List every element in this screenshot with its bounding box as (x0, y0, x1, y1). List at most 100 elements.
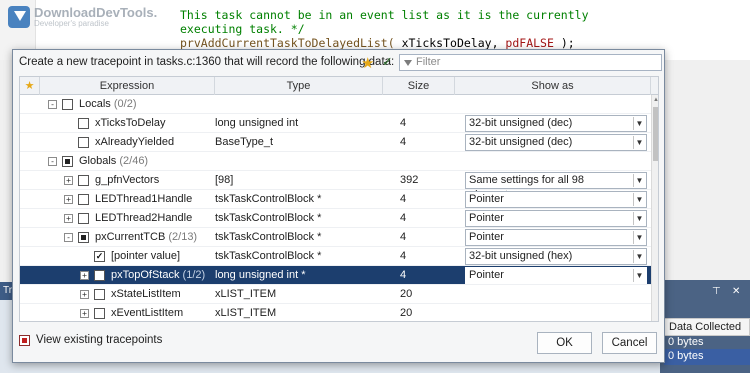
row-checkbox[interactable] (78, 232, 89, 243)
show-as-select[interactable]: Pointer ▼ (465, 267, 647, 284)
ok-button[interactable]: OK (537, 332, 592, 354)
row-checkbox[interactable] (94, 289, 105, 300)
row-checkbox[interactable] (78, 194, 89, 205)
column-show-as[interactable]: Show as (455, 77, 651, 95)
scrollbar-thumb[interactable] (653, 107, 658, 161)
table-row[interactable]: - pxCurrentTCB (2/13) tskTaskControlBlock … (20, 228, 651, 247)
show-as-select[interactable]: Pointer ▼ (465, 229, 647, 246)
row-type: [98] (215, 174, 234, 186)
argument: xTicksToDelay, (394, 36, 506, 50)
collapse-icon[interactable]: - (48, 157, 57, 166)
row-type: tskTaskControlBlock * (215, 250, 322, 262)
row-size: 4 (400, 117, 407, 129)
table-row[interactable]: xTicksToDelay long unsigned int 4 32-bit u… (20, 114, 651, 133)
row-size: 4 (400, 231, 407, 243)
scroll-up-icon[interactable]: ▲ (653, 97, 658, 103)
column-expression[interactable]: Expression (40, 77, 215, 95)
row-size: 20 (400, 307, 413, 319)
show-as-select[interactable]: Pointer ▼ (465, 210, 647, 227)
show-as-select[interactable]: 32-bit unsigned (dec) ▼ (465, 134, 647, 151)
table-row[interactable]: + LEDThread2Handle tskTaskControlBlock * 4… (20, 209, 651, 228)
row-type: xLIST_ITEM (215, 288, 277, 300)
close-icon[interactable]: ✕ (732, 286, 740, 297)
row-checkbox[interactable] (78, 213, 89, 224)
row-type: long unsigned int (215, 117, 299, 129)
view-existing-icon[interactable] (19, 334, 30, 346)
row-type: tskTaskControlBlock * (215, 193, 322, 205)
expression-count: (2/13) (168, 231, 198, 243)
row-checkbox[interactable] (78, 137, 89, 148)
code-line-comment-2: executing task. */ (180, 22, 305, 36)
chevron-down-icon[interactable]: ▼ (633, 193, 645, 206)
row-size: 392 (400, 174, 419, 186)
show-as-select[interactable]: 32-bit unsigned (dec) ▼ (465, 115, 647, 132)
table-row[interactable]: xAlreadyYielded BaseType_t 4 32-bit unsign… (20, 133, 651, 152)
tracepoint-dialog: Create a new tracepoint in tasks.c:1360 … (12, 49, 665, 363)
row-checkbox[interactable] (94, 270, 105, 281)
collapse-icon[interactable]: - (48, 100, 57, 109)
table-row[interactable]: + LEDThread1Handle tskTaskControlBlock * 4… (20, 190, 651, 209)
expand-icon[interactable]: + (80, 309, 89, 318)
filter-check-icon[interactable]: ✓ (382, 54, 393, 70)
column-type[interactable]: Type (215, 77, 383, 95)
show-as-value: Pointer (469, 193, 504, 205)
collapse-icon[interactable]: - (64, 233, 73, 242)
data-collected-header[interactable]: Data Collected (664, 318, 750, 336)
show-as-select[interactable]: 32-bit unsigned (hex) ▼ (465, 248, 647, 265)
expand-icon[interactable]: + (80, 271, 89, 280)
row-size: 4 (400, 212, 407, 224)
table-row[interactable]: + xEventListItem xLIST_ITEM 20 (20, 304, 651, 321)
chevron-down-icon[interactable]: ▼ (633, 117, 645, 130)
expand-icon[interactable]: + (64, 195, 73, 204)
expand-icon[interactable]: + (64, 214, 73, 223)
row-type: xLIST_ITEM (215, 307, 277, 319)
chevron-down-icon[interactable]: ▼ (633, 231, 645, 244)
row-checkbox[interactable] (62, 99, 73, 110)
pin-icon[interactable]: ⊤ (712, 286, 721, 297)
row-checkbox[interactable]: ✓ (94, 251, 105, 262)
table-row[interactable]: + pxTopOfStack (1/2) long unsigned int * 4 P… (20, 266, 651, 285)
show-as-value: Pointer (469, 212, 504, 224)
show-as-value: 32-bit unsigned (dec) (469, 136, 573, 148)
row-expression: xAlreadyYielded (95, 133, 174, 152)
row-expression: xTicksToDelay (95, 114, 166, 133)
expression-name: Locals (79, 98, 111, 110)
row-expression: xEventListItem (111, 304, 183, 321)
table-row[interactable]: + g_pfnVectors [98] 392 Same settings for a… (20, 171, 651, 201)
chevron-down-icon[interactable]: ▼ (633, 250, 645, 263)
view-existing-option[interactable]: View existing tracepoints (19, 334, 162, 346)
row-type: BaseType_t (215, 136, 274, 148)
show-as-select[interactable]: Same settings for all 98 elements▼ (465, 172, 647, 201)
expression-count: (0/2) (113, 98, 137, 110)
cancel-button[interactable]: Cancel (602, 332, 657, 354)
chevron-down-icon[interactable]: ▼ (633, 269, 645, 282)
chevron-down-icon[interactable]: ▼ (633, 136, 645, 149)
grid-header: ★ Expression Type Size Show as (20, 77, 658, 95)
star-icon[interactable]: ★ (361, 54, 374, 72)
table-row[interactable]: ✓ [pointer value] tskTaskControlBlock * 4 3… (20, 247, 651, 266)
header-star-icon[interactable]: ★ (20, 77, 40, 95)
table-row[interactable]: + xStateListItem xLIST_ITEM 20 (20, 285, 651, 304)
row-checkbox[interactable] (78, 175, 89, 186)
column-size[interactable]: Size (383, 77, 455, 95)
row-expression: LEDThread1Handle (95, 190, 192, 209)
table-row[interactable]: - Globals (2/46) (20, 152, 651, 171)
expand-icon[interactable]: + (64, 176, 73, 185)
show-as-select[interactable]: Pointer ▼ (465, 191, 647, 208)
row-type: tskTaskControlBlock * (215, 231, 322, 243)
chevron-down-icon[interactable]: ▼ (633, 212, 645, 225)
expand-icon[interactable]: + (80, 290, 89, 299)
row-expression: pxTopOfStack (1/2) (111, 266, 205, 285)
row-checkbox[interactable] (78, 118, 89, 129)
filter-input[interactable]: Filter (399, 54, 662, 71)
table-row[interactable]: - Locals (0/2) (20, 95, 651, 114)
vertical-scrollbar[interactable]: ▲ (651, 95, 658, 321)
expression-count: (2/46) (119, 155, 149, 167)
code-line-call: prvAddCurrentTaskToDelayedList( xTicksTo… (180, 36, 575, 50)
row-checkbox[interactable] (62, 156, 73, 167)
expression-name: LEDThread2Handle (95, 212, 193, 224)
row-type: long unsigned int * (215, 269, 306, 281)
chevron-down-icon[interactable]: ▼ (633, 174, 645, 187)
watermark-text: DownloadDevTools. (34, 5, 158, 20)
row-checkbox[interactable] (94, 308, 105, 319)
